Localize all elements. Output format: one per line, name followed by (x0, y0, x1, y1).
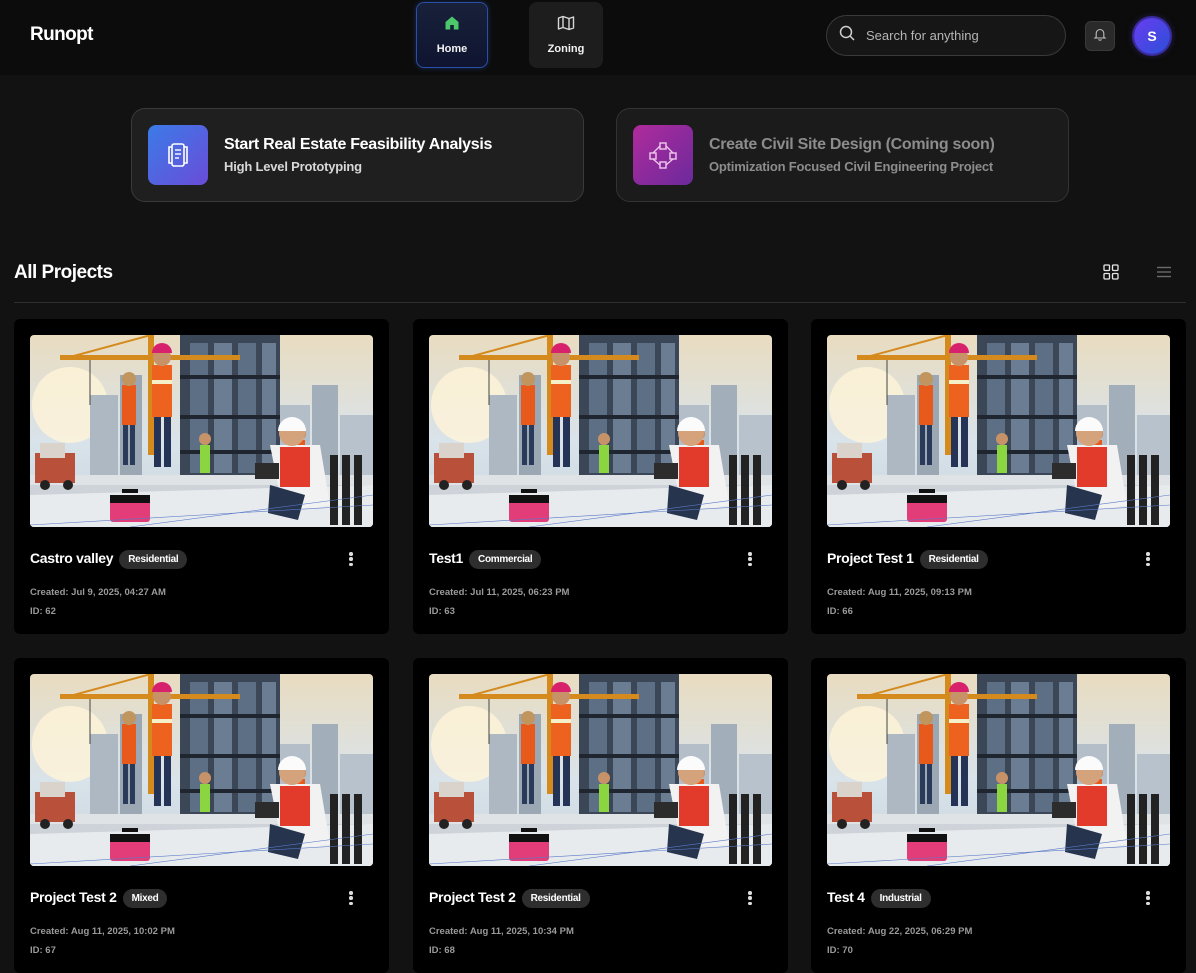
feasibility-subtitle: High Level Prototyping (224, 159, 362, 174)
feasibility-title: Start Real Estate Feasibility Analysis (224, 136, 493, 153)
vector-path-icon (633, 125, 693, 185)
project-type-badge: Residential (919, 550, 988, 569)
more-options-icon[interactable] (347, 550, 355, 568)
more-options-icon[interactable] (746, 550, 754, 568)
project-id: ID: 70 (827, 945, 853, 956)
project-created: Created: Aug 11, 2025, 09:13 PM (827, 587, 972, 598)
tab-home[interactable]: Home (416, 2, 488, 68)
top-bar: Runopt Home Zoning S (0, 0, 1196, 75)
project-id: ID: 63 (429, 606, 455, 617)
project-image (429, 335, 772, 527)
search-bar (826, 15, 1066, 56)
project-name: Project Test 1 (827, 550, 914, 566)
project-card[interactable]: Project Test 1 Residential Created: Aug 1… (811, 319, 1186, 634)
project-type-badge: Commercial (469, 550, 542, 569)
section-divider (14, 302, 1186, 303)
project-created: Created: Aug 11, 2025, 10:34 PM (429, 926, 574, 937)
project-image (429, 674, 772, 866)
tab-home-label: Home (436, 43, 468, 55)
project-title: Test1 Commercial (429, 550, 542, 569)
project-card[interactable]: Test 4 Industrial Created: Aug 22, 2025, … (811, 658, 1186, 973)
project-card[interactable]: Test1 Commercial Created: Jul 11, 2025, 0… (413, 319, 788, 634)
user-avatar[interactable]: S (1134, 18, 1170, 54)
civil-site-design-card: Create Civil Site Design (Coming soon) O… (616, 108, 1069, 202)
search-input[interactable] (866, 28, 1046, 43)
project-id: ID: 68 (429, 945, 455, 956)
tab-zoning-label: Zoning (547, 43, 585, 55)
all-projects-title: All Projects (14, 262, 113, 283)
project-id: ID: 62 (30, 606, 56, 617)
project-name: Project Test 2 (30, 889, 117, 905)
project-title: Project Test 1 Residential (827, 550, 988, 569)
search-icon (839, 25, 855, 46)
project-name: Test 4 (827, 889, 865, 905)
project-type-badge: Residential (119, 550, 188, 569)
project-card[interactable]: Project Test 2 Residential Created: Aug 1… (413, 658, 788, 973)
project-created: Created: Jul 11, 2025, 06:23 PM (429, 587, 570, 598)
document-icon (148, 125, 208, 185)
project-type-badge: Residential (521, 889, 590, 908)
more-options-icon[interactable] (746, 889, 754, 907)
notifications-button[interactable] (1085, 21, 1115, 51)
project-image (827, 674, 1170, 866)
project-image (30, 335, 373, 527)
list-view-icon[interactable] (1155, 263, 1173, 281)
civil-site-subtitle: Optimization Focused Civil Engineering P… (709, 159, 994, 174)
project-card[interactable]: Castro valley Residential Created: Jul 9,… (14, 319, 389, 634)
tab-zoning[interactable]: Zoning (529, 2, 603, 68)
bell-icon (1093, 27, 1107, 46)
more-options-icon[interactable] (347, 889, 355, 907)
project-title: Project Test 2 Residential (429, 889, 590, 908)
grid-view-icon[interactable] (1102, 263, 1120, 281)
project-image (827, 335, 1170, 527)
map-icon (557, 15, 575, 36)
project-name: Castro valley (30, 550, 114, 566)
project-image (30, 674, 373, 866)
project-title: Test 4 Industrial (827, 889, 931, 908)
civil-site-title: Create Civil Site Design (Coming soon) (709, 136, 995, 153)
project-title: Castro valley Residential (30, 550, 188, 569)
project-id: ID: 66 (827, 606, 853, 617)
project-title: Project Test 2 Mixed (30, 889, 168, 908)
more-options-icon[interactable] (1144, 550, 1152, 568)
project-created: Created: Jul 9, 2025, 04:27 AM (30, 587, 166, 598)
home-icon (444, 15, 460, 36)
project-card[interactable]: Project Test 2 Mixed Created: Aug 11, 202… (14, 658, 389, 973)
project-id: ID: 67 (30, 945, 56, 956)
project-name: Project Test 2 (429, 889, 516, 905)
project-type-badge: Industrial (870, 889, 931, 908)
project-name: Test1 (429, 550, 464, 566)
feasibility-analysis-card[interactable]: Start Real Estate Feasibility Analysis H… (131, 108, 584, 202)
more-options-icon[interactable] (1144, 889, 1152, 907)
project-created: Created: Aug 11, 2025, 10:02 PM (30, 926, 175, 937)
project-created: Created: Aug 22, 2025, 06:29 PM (827, 926, 973, 937)
app-logo[interactable]: Runopt (30, 24, 93, 46)
project-type-badge: Mixed (122, 889, 168, 908)
